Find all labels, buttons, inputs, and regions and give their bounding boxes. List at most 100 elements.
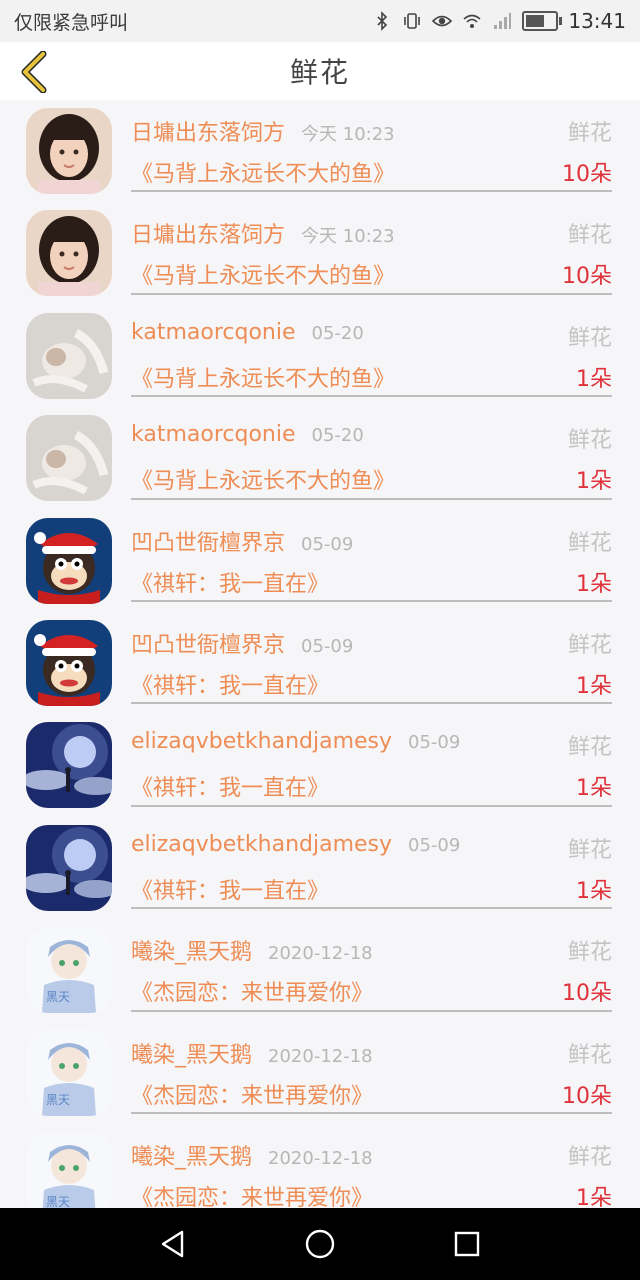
list-item[interactable]: 黑天 曦染_黑天鹅 2020-12-18 鲜花《杰园恋：来世再爱你》 10朵 <box>0 919 640 1021</box>
list-item[interactable]: katmaorcqonie 05-20 鲜花 《马背上永远长不大的鱼》 1朵 <box>0 407 640 509</box>
gift-type: 鲜花 <box>567 940 612 966</box>
list-item[interactable]: 凹凸世衙檀界京 05-09 鲜花 《祺轩：我一直在》 1朵 <box>0 510 640 612</box>
row-divider <box>131 497 612 500</box>
row-divider <box>131 1111 612 1114</box>
sender-name-text: elizaqvbetkhandjamesy <box>131 729 393 755</box>
flower-count: 10朵 <box>562 981 612 1007</box>
list-item[interactable]: elizaqvbetkhandjamesy 05-09 鲜花 《祺轩：我一直在》 1朵 <box>0 817 640 919</box>
gift-date: 05-20 <box>311 322 364 344</box>
avatar[interactable]: 黑天 <box>26 927 112 1014</box>
gift-date: 05-20 <box>311 425 364 447</box>
back-triangle-icon <box>162 1230 184 1258</box>
row-divider <box>131 190 612 193</box>
wifi-icon <box>462 11 482 31</box>
avatar[interactable] <box>26 517 112 604</box>
nav-back-button[interactable] <box>153 1224 193 1264</box>
sender-name[interactable]: katmaorcqonie 05-20 <box>131 422 364 447</box>
avatar[interactable] <box>26 210 112 297</box>
sender-name[interactable]: elizaqvbetkhandjamesy 05-09 <box>131 729 460 754</box>
book-title[interactable]: 《杰园恋：来世再爱你》 <box>131 1078 373 1110</box>
gift-date: 今天 10:23 <box>301 124 395 145</box>
chevron-left-icon <box>21 51 47 93</box>
sender-name-text: 曦染_黑天鹅 <box>131 1042 253 1068</box>
sender-name[interactable]: 曦染_黑天鹅 2020-12-18 <box>131 1037 373 1069</box>
bluetooth-icon <box>372 11 392 31</box>
svg-text:黑天: 黑天 <box>46 1195 70 1208</box>
sender-name[interactable]: 曦染_黑天鹅 2020-12-18 <box>131 934 373 966</box>
list-item[interactable]: 黑天 曦染_黑天鹅 2020-12-18 鲜花 《杰园恋：来世再爱你》 10朵 <box>0 1022 640 1124</box>
book-title[interactable]: 《马背上永远长不大的鱼》 <box>131 463 395 495</box>
gift-type: 鲜花 <box>567 632 612 658</box>
flower-count: 1朵 <box>576 469 612 495</box>
navigation-bar <box>0 1208 640 1280</box>
sender-name[interactable]: 日墉出东落饲方 今天 10:23 <box>131 217 395 249</box>
row-divider <box>131 599 612 602</box>
flower-count: 1朵 <box>576 776 612 802</box>
book-title[interactable]: 《杰园恋：来世再爱你》 <box>131 1180 373 1208</box>
book-title[interactable]: 《马背上永远长不大的鱼》 <box>131 156 395 188</box>
nav-recents-button[interactable] <box>447 1224 487 1264</box>
list-item[interactable]: katmaorcqonie 05-20 鲜花 《马背上永远长不大的鱼》 1朵 <box>0 305 640 407</box>
gift-type: 鲜花 <box>567 837 612 863</box>
signal-icon <box>492 11 512 31</box>
sender-name[interactable]: elizaqvbetkhandjamesy 05-09 <box>131 832 460 857</box>
row-divider <box>131 395 612 398</box>
clock: 13:41 <box>568 9 626 33</box>
book-title[interactable]: 《祺轩：我一直在》 <box>131 566 329 598</box>
sender-name[interactable]: 日墉出东落饲方 今天 10:23 <box>131 115 395 147</box>
flower-count: 1朵 <box>576 673 612 699</box>
avatar[interactable]: 黑天 <box>26 1029 112 1116</box>
flower-count: 10朵 <box>562 162 612 187</box>
svg-text:黑天: 黑天 <box>46 990 70 1004</box>
avatar[interactable] <box>26 312 112 399</box>
row-divider <box>131 907 612 910</box>
list-item[interactable]: 黑天 曦染_黑天鹅 2020-12-18 鲜花 《杰园恋：来世再爱你》 1朵 <box>0 1124 640 1208</box>
avatar[interactable] <box>26 722 112 809</box>
gift-date: 2020-12-18 <box>268 1147 373 1169</box>
gift-date: 05-09 <box>301 533 354 555</box>
gift-type: 鲜花 <box>567 223 612 249</box>
sender-name[interactable]: 凹凸世衙檀界京 05-09 <box>131 525 353 557</box>
sender-name[interactable]: katmaorcqonie 05-20 <box>131 320 364 345</box>
list-item[interactable]: 凹凸世衙檀界京 05-09 鲜花《祺轩：我一直在》 1朵 <box>0 612 640 714</box>
gift-type: 鲜花 <box>567 1042 612 1068</box>
sender-name-text: 曦染_黑天鹅 <box>131 1144 253 1170</box>
status-icons: 13:41 <box>372 9 626 33</box>
gift-date: 05-09 <box>408 732 461 754</box>
page-title: 鲜花 <box>289 56 350 89</box>
sender-name-text: 日墉出东落饲方 <box>131 223 286 249</box>
avatar[interactable] <box>26 108 112 194</box>
avatar[interactable] <box>26 824 112 911</box>
sender-name[interactable]: 曦染_黑天鹅 2020-12-18 <box>131 1139 373 1171</box>
gift-date: 05-09 <box>301 635 354 657</box>
gift-date: 今天 10:23 <box>301 226 395 248</box>
avatar[interactable]: 黑天 <box>26 1131 112 1208</box>
sender-name-text: 凹凸世衙檀界京 <box>131 530 286 556</box>
vibrate-icon <box>402 11 422 31</box>
book-title[interactable]: 《祺轩：我一直在》 <box>131 668 329 700</box>
list-item[interactable]: elizaqvbetkhandjamesy 05-09 鲜花《祺轩：我一直在》 1朵 <box>0 714 640 816</box>
gift-type: 鲜花 <box>567 1144 612 1170</box>
flower-count: 1朵 <box>576 366 612 392</box>
list-item[interactable]: 日墉出东落饲方 今天 10:23 鲜花 《马背上永远长不大的鱼》 10朵 <box>0 100 640 202</box>
sender-name-text: 曦染_黑天鹅 <box>131 940 253 966</box>
list-item[interactable]: 日墉出东落饲方 今天 10:23 鲜花 《马背上永远长不大的鱼》 10朵 <box>0 202 640 304</box>
book-title[interactable]: 《马背上永远长不大的鱼》 <box>131 361 395 393</box>
sender-name-text: elizaqvbetkhandjamesy <box>131 831 393 857</box>
avatar[interactable] <box>26 619 112 706</box>
gift-date: 2020-12-18 <box>268 943 373 965</box>
eye-icon <box>432 11 453 31</box>
flower-list[interactable]: 日墉出东落饲方 今天 10:23 鲜花 《马背上永远长不大的鱼》 10朵 日墉出东落饲方今… <box>0 100 640 1208</box>
book-title[interactable]: 《祺轩：我一直在》 <box>131 770 329 802</box>
book-title[interactable]: 《祺轩：我一直在》 <box>131 873 329 905</box>
book-title[interactable]: 《杰园恋：来世再爱你》 <box>131 975 373 1007</box>
back-button[interactable] <box>14 50 54 94</box>
gift-type: 鲜花 <box>567 530 612 556</box>
sender-name-text: 凹凸世衙檀界京 <box>131 632 286 658</box>
gift-type: 鲜花 <box>567 735 612 761</box>
sender-name[interactable]: 凹凸世衙檀界京 05-09 <box>131 627 353 659</box>
book-title[interactable]: 《马背上永远长不大的鱼》 <box>131 258 395 290</box>
sender-name-text: katmaorcqonie <box>131 319 296 345</box>
avatar[interactable] <box>26 415 112 502</box>
nav-home-button[interactable] <box>300 1224 340 1264</box>
